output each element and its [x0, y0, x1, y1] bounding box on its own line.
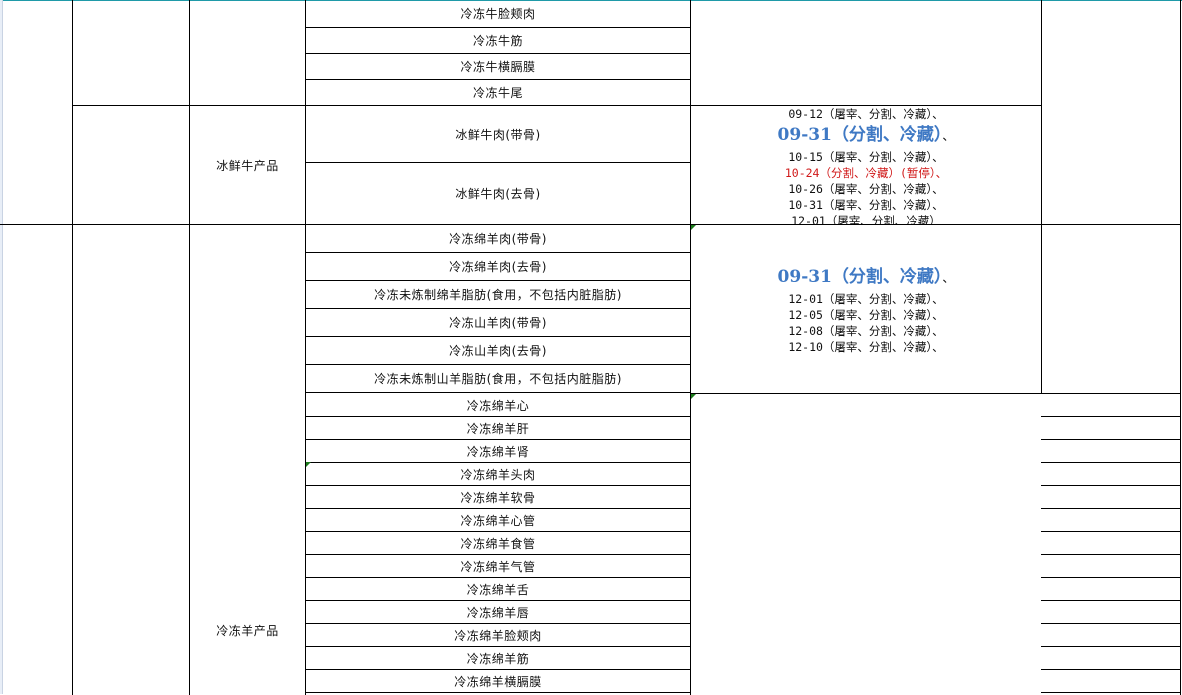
facility-note-text: 12-01（屠宰、分割、冷藏）	[791, 214, 941, 224]
grid-line-h	[1041, 508, 1181, 509]
grid-line-h	[305, 79, 691, 80]
grid-line-h	[305, 392, 691, 393]
facility-note-tail: 、	[942, 271, 955, 285]
facility-note[interactable]: 12-08（屠宰、分割、冷藏）、	[788, 323, 943, 339]
grid-line-h	[1041, 692, 1181, 693]
grid-line-h	[690, 393, 1181, 394]
comment-indicator-icon[interactable]	[691, 225, 696, 230]
facility-note-text: 09-31（分割、冷藏）	[777, 267, 943, 287]
facility-note-text: 10-26（屠宰、分割、冷藏）、	[788, 182, 944, 196]
product-cell[interactable]: 冰鲜牛肉(去骨)	[306, 163, 690, 224]
facility-note-text: 12-08（屠宰、分割、冷藏）、	[788, 324, 944, 338]
grid-line-h	[1041, 485, 1181, 486]
product-cell[interactable]: 冷冻绵羊筋	[306, 647, 690, 669]
facility-note-text: 09-12（屠宰、分割、冷藏）、	[788, 107, 944, 121]
facility-note[interactable]: 12-10（屠宰、分割、冷藏）、	[788, 339, 943, 355]
grid-line-h	[1041, 646, 1181, 647]
facility-note-text: 10-15（屠宰、分割、冷藏）、	[788, 150, 944, 164]
facility-note[interactable]: 10-31（屠宰、分割、冷藏）、	[788, 197, 943, 213]
facility-note-text: 10-31（屠宰、分割、冷藏）、	[788, 198, 944, 212]
comment-indicator-icon[interactable]	[691, 394, 696, 399]
product-cell[interactable]: 冷冻绵羊心管	[306, 509, 690, 531]
facility-note-text: 09-31（分割、冷藏）	[777, 125, 943, 145]
product-cell[interactable]: 冷冻绵羊肉(去骨)	[306, 253, 690, 280]
product-cell[interactable]: 冷冻绵羊气管	[306, 555, 690, 577]
grid-line-h	[1041, 531, 1181, 532]
facility-note[interactable]: 12-01（屠宰、分割、冷藏）、	[788, 291, 943, 307]
category-cell-frozen-mutton[interactable]: 冷冻羊产品	[190, 600, 305, 660]
product-cell[interactable]: 冷冻山羊肉(带骨)	[306, 309, 690, 336]
grid-line-h	[1041, 416, 1181, 417]
product-cell[interactable]: 冷冻山羊肉(去骨)	[306, 337, 690, 364]
product-cell[interactable]: 冷冻绵羊心	[306, 394, 690, 416]
product-cell[interactable]: 冷冻绵羊肉(带骨)	[306, 225, 690, 252]
grid-line-v	[1180, 0, 1181, 695]
grid-line-h	[305, 692, 691, 693]
grid-line-h	[1041, 669, 1181, 670]
product-cell[interactable]: 冷冻牛横膈膜	[306, 54, 690, 79]
grid-line-h	[1041, 439, 1181, 440]
product-cell[interactable]: 冷冻绵羊头肉	[306, 463, 690, 485]
grid-line-h	[1041, 577, 1181, 578]
row-header-strip	[0, 0, 3, 694]
product-cell[interactable]: 冷冻绵羊食管	[306, 532, 690, 554]
product-cell[interactable]: 冷冻牛筋	[306, 28, 690, 53]
facility-notes-fresh-beef: 09-12（屠宰、分割、冷藏）、 09-31（分割、冷藏）、 10-15（屠宰、分割…	[691, 106, 1041, 224]
product-cell[interactable]: 冷冻绵羊横膈膜	[306, 670, 690, 692]
facility-notes-mutton: 09-31（分割、冷藏）、 12-01（屠宰、分割、冷藏）、 12-05（屠宰、分割…	[691, 264, 1041, 355]
comment-indicator-icon[interactable]	[306, 462, 311, 467]
category-cell-fresh-beef[interactable]: 冰鲜牛产品	[190, 106, 305, 224]
facility-note[interactable]: 10-15（屠宰、分割、冷藏）、	[788, 149, 943, 165]
facility-note[interactable]: 12-01（屠宰、分割、冷藏）	[791, 213, 941, 224]
product-cell[interactable]: 冷冻未炼制山羊脂肪(食用，不包括内脏脂肪)	[306, 365, 690, 392]
product-cell[interactable]: 冷冻绵羊软骨	[306, 486, 690, 508]
facility-note-text: 10-24（分割、冷藏）(暂停）、	[784, 166, 948, 180]
product-cell[interactable]: 冷冻牛脸颊肉	[306, 1, 690, 26]
product-cell[interactable]: 冷冻绵羊脸颊肉	[306, 624, 690, 646]
product-cell[interactable]: 冰鲜牛肉(带骨)	[306, 106, 690, 162]
facility-note[interactable]: 09-12（屠宰、分割、冷藏）、	[788, 106, 943, 122]
product-cell[interactable]: 冷冻绵羊肝	[306, 417, 690, 439]
grid-line-h	[1041, 554, 1181, 555]
product-cell[interactable]: 冷冻绵羊唇	[306, 601, 690, 623]
facility-note[interactable]: 10-24（分割、冷藏）(暂停）、	[785, 165, 947, 181]
grid-line-h	[1041, 623, 1181, 624]
grid-line-h	[305, 27, 691, 28]
grid-line-h	[305, 53, 691, 54]
product-cell[interactable]: 冷冻绵羊肾	[306, 440, 690, 462]
facility-note[interactable]: 09-31（分割、冷藏）、	[778, 122, 955, 149]
facility-note-text: 12-05（屠宰、分割、冷藏）、	[788, 308, 944, 322]
product-cell[interactable]: 冷冻牛尾	[306, 80, 690, 105]
grid-line-h	[1041, 462, 1181, 463]
grid-line-h	[1041, 600, 1181, 601]
grid-line-v	[1041, 0, 1042, 394]
facility-note-tail: 、	[942, 129, 955, 143]
facility-note[interactable]: 12-05（屠宰、分割、冷藏）、	[788, 307, 943, 323]
facility-note[interactable]: 09-31（分割、冷藏）、	[778, 264, 955, 291]
product-cell[interactable]: 冷冻绵羊舌	[306, 578, 690, 600]
facility-note-text: 12-01（屠宰、分割、冷藏）、	[788, 292, 944, 306]
facility-note-text: 12-10（屠宰、分割、冷藏）、	[788, 340, 944, 354]
facility-note[interactable]: 10-26（屠宰、分割、冷藏）、	[788, 181, 943, 197]
product-cell[interactable]: 冷冻未炼制绵羊脂肪(食用，不包括内脏脂肪)	[306, 281, 690, 308]
